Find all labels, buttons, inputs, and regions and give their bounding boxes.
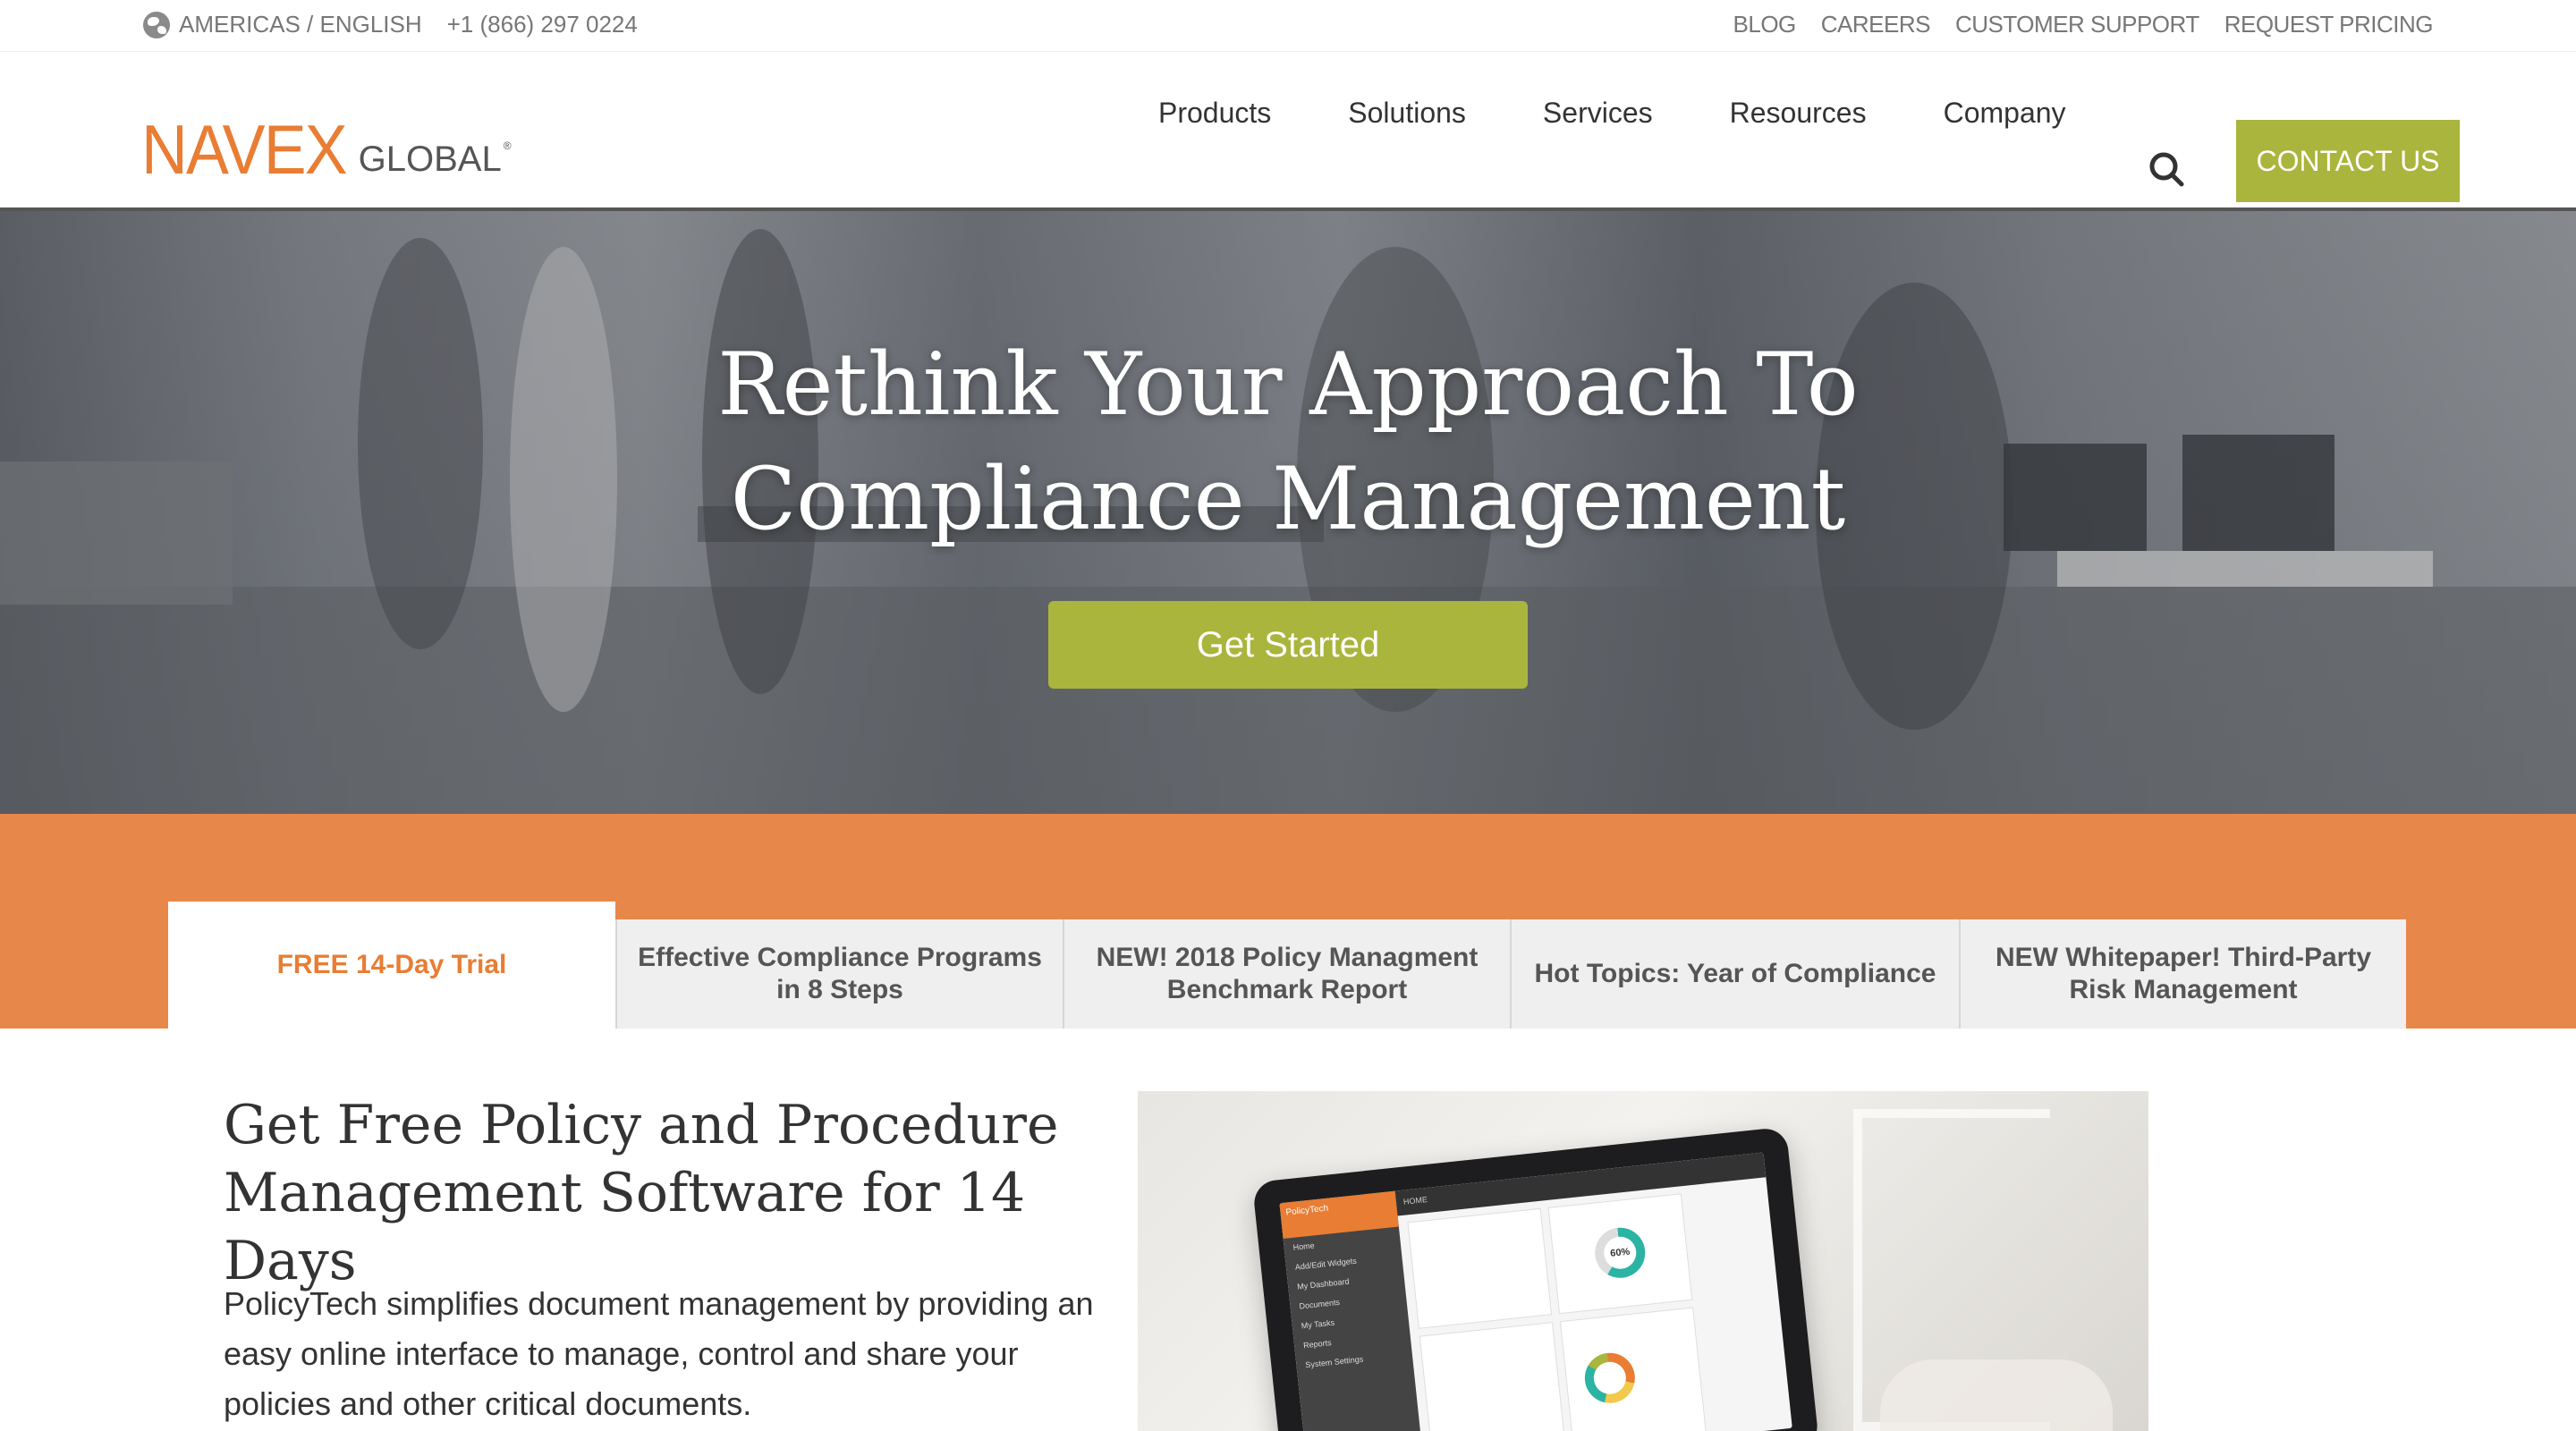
- careers-link[interactable]: CAREERS: [1821, 11, 1931, 38]
- tab-label: Benchmark Report: [1166, 975, 1408, 1004]
- tab-label: FREE 14-Day Trial: [276, 950, 507, 979]
- nav-resources[interactable]: Resources: [1730, 97, 1867, 130]
- tab-free-trial[interactable]: FREE 14-Day Trial: [168, 902, 615, 1029]
- region-label[interactable]: AMERICAS / ENGLISH: [179, 11, 422, 38]
- site-header: NAVEX GLOBAL ®: [0, 52, 2576, 211]
- hero-headline-line1: Rethink Your Approach To: [717, 334, 1859, 435]
- search-icon[interactable]: [2148, 150, 2185, 188]
- tab-label: NEW! 2018 Policy Managment: [1096, 943, 1479, 972]
- app-sidebar: PolicyTech Home Add/Edit Widgets My Dash…: [1279, 1190, 1425, 1431]
- app-card-documents: [1407, 1207, 1553, 1329]
- hero-headline: Rethink Your Approach To Compliance Mana…: [0, 327, 2576, 556]
- body-line1: PolicyTech simplifies document managemen…: [224, 1285, 1094, 1322]
- nav-services[interactable]: Services: [1543, 97, 1653, 130]
- hero-headline-line2: Compliance Management: [730, 449, 1846, 549]
- section-title-line2: Management Software for 14 Days: [224, 1162, 1026, 1292]
- tablet-screen: PolicyTech Home Add/Edit Widgets My Dash…: [1279, 1152, 1792, 1431]
- contact-us-button[interactable]: CONTACT US: [2236, 120, 2460, 202]
- status-donut-center: [1592, 1359, 1628, 1396]
- request-pricing-link[interactable]: REQUEST PRICING: [2224, 11, 2434, 38]
- tab-whitepaper[interactable]: NEW Whitepaper! Third-Party Risk Managem…: [1959, 919, 2406, 1029]
- tab-label: NEW Whitepaper! Third-Party: [1995, 943, 2371, 972]
- logo-wordmark: NAVEX: [141, 110, 348, 189]
- section-body: PolicyTech simplifies document managemen…: [224, 1279, 1118, 1429]
- region-selector[interactable]: AMERICAS / ENGLISH +1 (866) 297 0224: [143, 11, 638, 38]
- tab-label: Risk Management: [2069, 975, 2298, 1004]
- customer-support-link[interactable]: CUSTOMER SUPPORT: [1955, 11, 2199, 38]
- status-donut: [1582, 1350, 1638, 1406]
- section-title-line1: Get Free Policy and Procedure: [224, 1094, 1059, 1156]
- app-card-published: [1419, 1322, 1566, 1431]
- globe-icon: [143, 11, 170, 38]
- main-nav: Products Solutions Services Resources Co…: [1158, 97, 2066, 130]
- nav-company[interactable]: Company: [1944, 97, 2066, 130]
- blog-link[interactable]: BLOG: [1733, 11, 1797, 38]
- tab-label: Hot Topics: Year of Compliance: [1534, 959, 1936, 988]
- tab-label: in 8 Steps: [776, 975, 903, 1004]
- body-line2: easy online interface to manage, control…: [224, 1335, 1019, 1372]
- section-title: Get Free Policy and Procedure Management…: [224, 1091, 1118, 1295]
- utility-links: BLOG CAREERS CUSTOMER SUPPORT REQUEST PR…: [1733, 11, 2434, 38]
- tab-hot-topics[interactable]: Hot Topics: Year of Compliance: [1510, 919, 1959, 1029]
- tab-label: Effective Compliance Programs: [638, 943, 1042, 972]
- product-screenshot-image: PolicyTech Home Add/Edit Widgets My Dash…: [1138, 1091, 2148, 1431]
- app-card-tasks: 60%: [1547, 1193, 1693, 1315]
- nav-products[interactable]: Products: [1158, 97, 1271, 130]
- nav-solutions[interactable]: Solutions: [1348, 97, 1466, 130]
- tablet-device: PolicyTech Home Add/Edit Widgets My Dash…: [1251, 1126, 1820, 1431]
- progress-donut-label: 60%: [1602, 1234, 1639, 1271]
- tab-compliance-programs[interactable]: Effective Compliance Programs in 8 Steps: [615, 919, 1063, 1029]
- tab-benchmark-report[interactable]: NEW! 2018 Policy Managment Benchmark Rep…: [1063, 919, 1510, 1029]
- hero-banner: Rethink Your Approach To Compliance Mana…: [0, 211, 2576, 814]
- phone-number[interactable]: +1 (866) 297 0224: [447, 11, 638, 38]
- navex-logo[interactable]: NAVEX GLOBAL ®: [141, 110, 512, 189]
- body-line3: policies and other critical documents.: [224, 1385, 752, 1422]
- app-card-chart: [1559, 1307, 1707, 1431]
- logo-registered-mark: ®: [503, 140, 512, 152]
- hand-graphic: [1880, 1359, 2113, 1431]
- get-started-button[interactable]: Get Started: [1048, 601, 1528, 689]
- progress-donut: 60%: [1592, 1224, 1648, 1281]
- utility-bar: AMERICAS / ENGLISH +1 (866) 297 0224 BLO…: [0, 0, 2576, 52]
- promo-tabs: FREE 14-Day Trial Effective Compliance P…: [168, 902, 2406, 1029]
- logo-subword: GLOBAL: [358, 140, 502, 179]
